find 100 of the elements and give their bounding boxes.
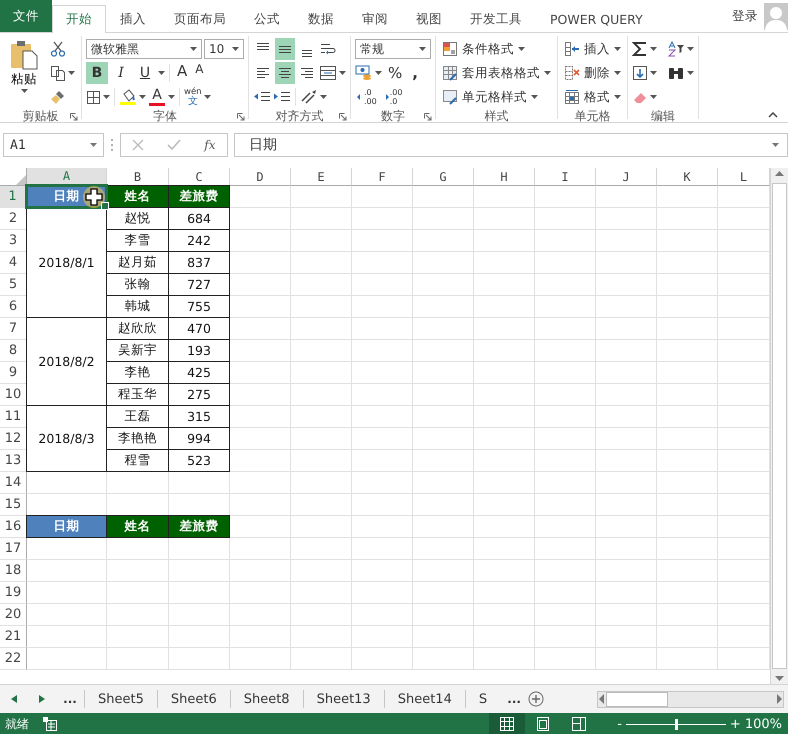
row-header[interactable]: 14 — [0, 472, 27, 494]
number-format-dropdown[interactable]: 常规 — [355, 39, 431, 59]
caret-icon[interactable] — [190, 47, 197, 51]
caret-icon[interactable] — [650, 47, 657, 51]
caret-icon[interactable] — [687, 71, 694, 75]
sheet-tab[interactable]: Sheet6 — [156, 690, 230, 708]
binoculars-icon[interactable] — [667, 65, 685, 81]
ribbon-tab[interactable]: 公式 — [240, 5, 294, 32]
zoom-thumb[interactable] — [674, 718, 678, 730]
column-header[interactable]: J — [596, 168, 657, 186]
row-header[interactable]: 1 — [0, 186, 27, 208]
style-menu-button[interactable]: 套用表格格式 — [440, 62, 553, 84]
caret-icon[interactable] — [531, 95, 538, 99]
bold-button[interactable]: B — [86, 62, 108, 84]
cells-menu-button[interactable]: 格式 — [562, 86, 623, 108]
row-header[interactable]: 17 — [0, 538, 27, 560]
cells-menu-button[interactable]: 删除 — [562, 62, 623, 84]
underline-button[interactable]: U — [134, 62, 156, 84]
column-header[interactable]: E — [291, 168, 352, 186]
caret-icon[interactable] — [544, 71, 551, 75]
style-menu-button[interactable]: 单元格样式 — [440, 86, 553, 108]
dialog-launcher-icon[interactable] — [424, 113, 432, 121]
dialog-launcher-icon[interactable] — [237, 113, 245, 121]
scroll-right-icon[interactable] — [775, 694, 783, 704]
caret-icon[interactable] — [103, 95, 110, 99]
macro-record-icon[interactable] — [43, 717, 57, 731]
merge-cells-icon[interactable] — [319, 65, 337, 81]
name-box[interactable]: A1 — [3, 133, 104, 157]
column-header[interactable]: L — [718, 168, 770, 186]
sum-icon[interactable] — [632, 41, 648, 57]
caret-icon[interactable] — [518, 47, 525, 51]
zoom-in-button[interactable]: + — [730, 716, 741, 732]
scrollbar-thumb[interactable] — [772, 183, 787, 669]
caret-icon[interactable] — [68, 71, 75, 75]
style-menu-button[interactable]: 条件格式 — [440, 38, 553, 60]
caret-icon[interactable] — [168, 95, 175, 99]
column-header[interactable]: F — [352, 168, 413, 186]
caret-icon[interactable] — [614, 95, 621, 99]
font-color-button[interactable]: A — [148, 86, 166, 108]
column-header[interactable]: D — [230, 168, 291, 186]
ribbon-tab[interactable]: 视图 — [402, 5, 456, 32]
caret-icon[interactable] — [375, 71, 382, 75]
ribbon-tab[interactable]: 页面布局 — [160, 5, 240, 32]
text-angle-icon[interactable] — [300, 89, 318, 105]
column-header[interactable]: H — [474, 168, 535, 186]
caret-icon[interactable] — [320, 95, 327, 99]
insert-function-button[interactable]: fx — [204, 138, 216, 152]
caret-icon[interactable] — [339, 71, 346, 75]
sign-in-link[interactable]: 登录 — [732, 8, 758, 24]
column-header[interactable]: I — [535, 168, 596, 186]
align-button[interactable] — [275, 62, 295, 84]
caret-icon[interactable] — [614, 71, 621, 75]
caret-icon[interactable] — [772, 143, 779, 147]
decrease-decimal-button[interactable]: .00 .0 — [380, 86, 404, 108]
row-header[interactable]: 18 — [0, 560, 27, 582]
font-name-dropdown[interactable]: 微软雅黑 — [86, 39, 202, 59]
view-button[interactable] — [489, 713, 526, 734]
column-header[interactable]: G — [413, 168, 474, 186]
caret-icon[interactable] — [204, 95, 211, 99]
row-header[interactable]: 15 — [0, 494, 27, 516]
paste-button[interactable]: 粘贴 — [4, 38, 44, 108]
align-button[interactable] — [275, 38, 295, 60]
formula-field[interactable]: 日期 — [234, 133, 788, 157]
sheet-tab[interactable]: Sheet14 — [384, 690, 465, 708]
ribbon-tab[interactable]: 开始 — [52, 5, 106, 33]
italic-button[interactable]: I — [110, 62, 132, 84]
drag-handle-icon[interactable] — [110, 138, 114, 152]
decrease-font-button[interactable]: A — [192, 62, 206, 84]
ribbon-tab[interactable]: 文件 — [0, 0, 52, 32]
ribbon-tab[interactable]: 插入 — [106, 5, 160, 32]
sheet-tab[interactable]: Sheet5 — [84, 690, 157, 708]
sheet-tab[interactable]: S — [464, 690, 500, 708]
check-icon[interactable] — [167, 139, 182, 151]
caret-icon[interactable] — [419, 47, 426, 51]
percent-button[interactable]: % — [384, 62, 406, 84]
caret-icon[interactable] — [650, 71, 657, 75]
row-header[interactable]: 21 — [0, 626, 27, 648]
font-size-dropdown[interactable]: 10 — [204, 39, 244, 59]
ribbon-tab[interactable]: POWER QUERY — [536, 5, 657, 32]
row-header[interactable]: 19 — [0, 582, 27, 604]
caret-icon[interactable] — [20, 89, 28, 93]
zoom-level[interactable]: 100% — [744, 716, 782, 732]
caret-icon[interactable] — [687, 47, 694, 51]
add-sheet-icon[interactable] — [528, 691, 544, 707]
cells-menu-button[interactable]: 插入 — [562, 38, 623, 60]
sort-filter-icon[interactable] — [667, 41, 685, 57]
previous-sheet-icon[interactable] — [11, 695, 17, 703]
more-sheets-button[interactable]: ... — [56, 692, 84, 706]
borders-icon[interactable] — [86, 90, 101, 104]
brush-icon[interactable] — [50, 89, 66, 105]
horizontal-scrollbar[interactable] — [597, 690, 784, 708]
ribbon-tab[interactable]: 审阅 — [348, 5, 402, 32]
column-header[interactable]: K — [657, 168, 718, 186]
dialog-launcher-icon[interactable] — [70, 113, 78, 121]
caret-icon[interactable] — [614, 47, 621, 51]
ribbon-tab[interactable]: 数据 — [294, 5, 348, 32]
ribbon-tab[interactable]: 开发工具 — [456, 5, 536, 32]
currency-icon[interactable] — [355, 65, 373, 81]
next-sheet-icon[interactable] — [39, 695, 45, 703]
sheet-tab[interactable]: Sheet13 — [302, 690, 384, 708]
